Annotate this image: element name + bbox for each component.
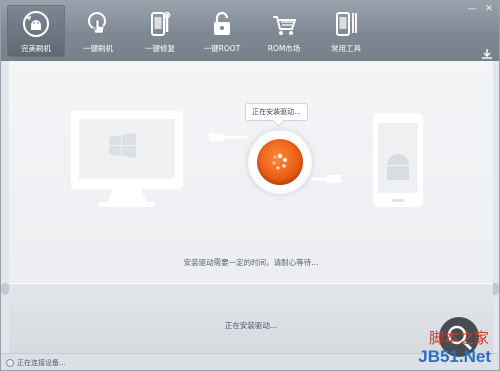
download-icon[interactable] — [481, 45, 493, 59]
android-refresh-icon — [21, 9, 51, 39]
site-watermark: 脚本之家 JB51.Net — [345, 327, 495, 370]
left-edge-knob[interactable] — [1, 283, 9, 295]
nav-item-rom-market[interactable]: ROM市场 — [255, 5, 313, 57]
spinner-dots-icon — [272, 153, 287, 170]
close-button[interactable]: ✕ — [481, 3, 497, 15]
nav-item-one-click-flash[interactable]: 一键刷机 — [69, 5, 127, 57]
minimize-button[interactable]: — — [465, 3, 479, 15]
nav-label: 一键ROOT — [203, 44, 241, 53]
nav-label: 一键修复 — [145, 44, 175, 53]
touch-hand-icon — [83, 9, 113, 39]
connection-status-icon — [6, 359, 14, 367]
nav-label: ROM市场 — [267, 44, 301, 53]
nav-item-perfect-flash[interactable]: 完美刷机 — [7, 5, 65, 57]
connection-status-text: 正在连接设备... — [17, 359, 66, 367]
nav-label: 常用工具 — [331, 44, 361, 53]
phone-tools-icon — [331, 9, 361, 39]
unlock-icon — [207, 9, 237, 39]
shopping-cart-icon — [269, 9, 299, 39]
android-phone-icon — [373, 113, 423, 207]
installing-driver-tooltip: 正在安装驱动... — [245, 103, 308, 121]
watermark-bottom-text: JB51.Net — [418, 347, 491, 366]
nav-item-one-click-root[interactable]: 一键ROOT — [193, 5, 251, 57]
top-toolbar: 完美刷机 一键刷机 一键修复 一键ROOT ROM市场 常用工具 — ✕ — [1, 1, 499, 61]
phone-wrench-icon — [145, 9, 175, 39]
main-nav: 完美刷机 一键刷机 一键修复 一键ROOT ROM市场 常用工具 — [7, 5, 379, 57]
nav-item-common-tools[interactable]: 常用工具 — [317, 5, 375, 57]
nav-label: 完美刷机 — [21, 44, 51, 53]
window-controls: — ✕ — [465, 3, 497, 15]
install-info-text: 安装驱动需要一定的时间，请耐心等待... — [183, 258, 319, 267]
computer-monitor-icon — [71, 111, 183, 207]
nav-label: 一键刷机 — [83, 44, 113, 53]
loading-spinner-button[interactable] — [257, 139, 303, 185]
watermark-top-text: 脚本之家 — [428, 329, 489, 347]
app-window: 完美刷机 一键刷机 一键修复 一键ROOT ROM市场 常用工具 — ✕ 正在安… — [0, 0, 500, 371]
nav-item-one-click-repair[interactable]: 一键修复 — [131, 5, 189, 57]
left-edge — [1, 61, 9, 353]
